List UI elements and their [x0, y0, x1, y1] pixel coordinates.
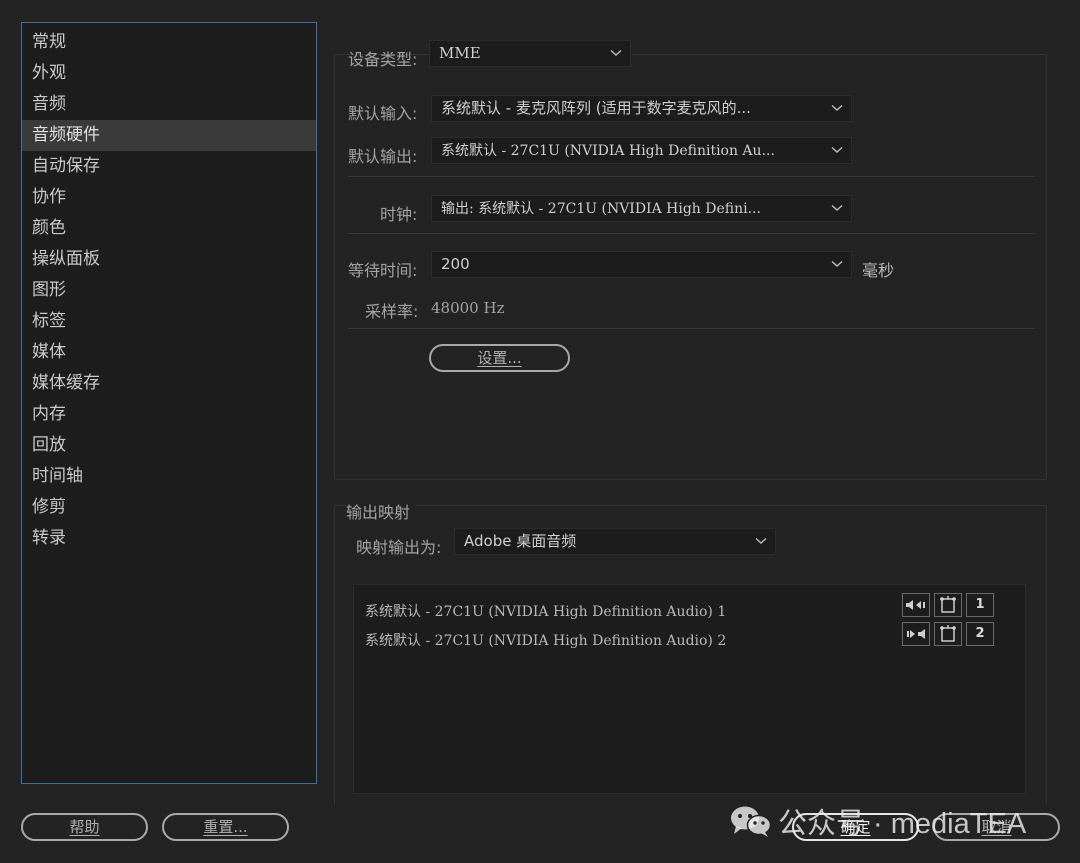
- chevron-down-icon: [831, 138, 843, 163]
- output-channel-label: 系统默认 - 27C1U (NVIDIA High Definition Aud…: [365, 633, 727, 649]
- output-channel-row[interactable]: 系统默认 - 27C1U (NVIDIA High Definition Aud…: [365, 601, 726, 621]
- sample-rate-label: 采样率:: [365, 302, 419, 321]
- sidebar-item[interactable]: 自动保存: [22, 151, 316, 182]
- sidebar-item[interactable]: 颜色: [22, 213, 316, 244]
- device-type-dropdown[interactable]: MME: [429, 40, 631, 67]
- map-output-to-value: Adobe 桌面音频: [464, 532, 577, 550]
- sidebar-item[interactable]: 内存: [22, 399, 316, 430]
- chevron-down-icon: [831, 196, 843, 221]
- speaker-left-icon[interactable]: [902, 593, 930, 617]
- sidebar-item[interactable]: 图形: [22, 275, 316, 306]
- separator: [348, 233, 1035, 234]
- help-button[interactable]: 帮助: [21, 813, 148, 841]
- latency-value: 200: [441, 255, 470, 273]
- routing-icon[interactable]: [934, 593, 962, 617]
- reset-button[interactable]: 重置...: [162, 813, 289, 841]
- latency-unit: 毫秒: [862, 261, 895, 280]
- sidebar-item[interactable]: 媒体缓存: [22, 368, 316, 399]
- watermark-text: 公众号 · mediaTEA: [778, 808, 1027, 840]
- sidebar-item[interactable]: 音频硬件: [22, 120, 316, 151]
- sidebar-item[interactable]: 外观: [22, 58, 316, 89]
- sidebar-item[interactable]: 操纵面板: [22, 244, 316, 275]
- wechat-icon: [730, 804, 772, 842]
- default-input-label: 默认输入:: [348, 104, 418, 123]
- channel-number: 1: [966, 593, 994, 617]
- preferences-dialog: 常规 外观 音频 音频硬件 自动保存 协作 颜色 操纵面板 图形 标签 媒体 媒体缓存 内存 回放 时间轴修…: [0, 0, 1080, 863]
- preferences-category-list[interactable]: 常规 外观 音频 音频硬件 自动保存 协作 颜色 操纵面板 图形 标签 媒体 媒体缓存 内存 回放 时间轴修…: [21, 22, 317, 784]
- output-channel-row[interactable]: 系统默认 - 27C1U (NVIDIA High Definition Aud…: [365, 630, 726, 650]
- sidebar-item[interactable]: 标签: [22, 306, 316, 337]
- sidebar-item[interactable]: 协作: [22, 182, 316, 213]
- chevron-down-icon: [610, 41, 622, 66]
- sample-rate-value: 48000 Hz: [431, 299, 505, 317]
- default-output-value: 系统默认 - 27C1U (NVIDIA High Definition Au.…: [441, 143, 775, 159]
- sidebar-item[interactable]: 回放: [22, 430, 316, 461]
- default-output-label: 默认输出:: [348, 147, 418, 166]
- output-mapping-list[interactable]: 系统默认 - 27C1U (NVIDIA High Definition Aud…: [353, 584, 1026, 794]
- default-input-dropdown[interactable]: 系统默认 - 麦克风阵列 (适用于数字麦克风的...: [431, 95, 852, 122]
- device-type-label: 设备类型:: [348, 50, 418, 69]
- default-output-dropdown[interactable]: 系统默认 - 27C1U (NVIDIA High Definition Au.…: [431, 137, 852, 164]
- output-channel-label: 系统默认 - 27C1U (NVIDIA High Definition Aud…: [365, 604, 727, 620]
- sidebar-item[interactable]: 修剪: [22, 492, 316, 523]
- latency-label: 等待时间:: [348, 261, 418, 280]
- clock-dropdown[interactable]: 输出: 系统默认 - 27C1U (NVIDIA High Defini...: [431, 195, 852, 222]
- default-input-value: 系统默认 - 麦克风阵列 (适用于数字麦克风的...: [441, 99, 751, 117]
- separator: [348, 328, 1035, 329]
- output-mapping-title: 输出映射: [346, 499, 417, 523]
- settings-button[interactable]: 设置...: [429, 344, 570, 372]
- sidebar-item[interactable]: 常规: [22, 27, 316, 58]
- clock-label: 时钟:: [380, 205, 418, 224]
- sidebar-item[interactable]: 音频: [22, 89, 316, 120]
- sidebar-item[interactable]: 媒体: [22, 337, 316, 368]
- speaker-right-icon[interactable]: [902, 622, 930, 646]
- routing-icon[interactable]: [934, 622, 962, 646]
- chevron-down-icon: [831, 252, 843, 277]
- sidebar-item[interactable]: 时间轴: [22, 461, 316, 492]
- chevron-down-icon: [831, 96, 843, 121]
- sidebar-item[interactable]: 转录: [22, 523, 316, 554]
- chevron-down-icon: [755, 529, 767, 554]
- map-output-to-dropdown[interactable]: Adobe 桌面音频: [454, 528, 776, 555]
- separator: [348, 176, 1035, 177]
- channel-number: 2: [966, 622, 994, 646]
- latency-dropdown[interactable]: 200: [431, 251, 852, 278]
- map-output-to-label: 映射输出为:: [356, 538, 442, 557]
- device-type-value: MME: [439, 44, 481, 62]
- clock-value: 输出: 系统默认 - 27C1U (NVIDIA High Defini...: [441, 201, 761, 217]
